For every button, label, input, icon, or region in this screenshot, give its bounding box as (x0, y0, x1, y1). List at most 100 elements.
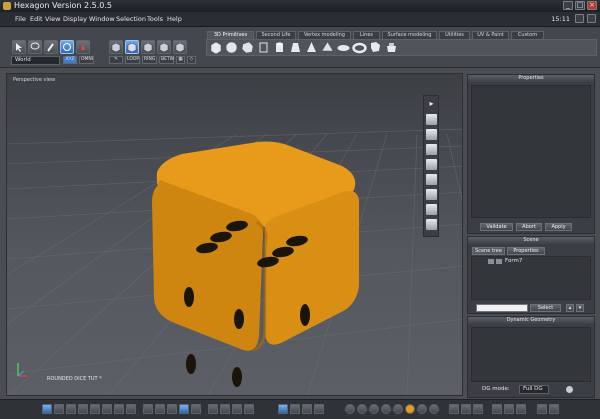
dg-mode-select[interactable]: Full DG (519, 385, 549, 394)
cube-view-1-icon[interactable] (492, 404, 502, 414)
magic-select-icon[interactable] (60, 40, 74, 54)
material-4-icon[interactable] (381, 404, 391, 414)
material-5-icon[interactable] (393, 404, 403, 414)
layout-5-icon[interactable] (114, 404, 124, 414)
expand-arrow-icon[interactable]: ▸ (426, 99, 437, 110)
scene-search-input[interactable] (476, 304, 528, 312)
select-arrow-icon[interactable] (12, 40, 26, 54)
omni-button[interactable]: OMNI (79, 56, 94, 64)
tube-primitive-icon[interactable] (288, 40, 303, 55)
scene-down-icon[interactable]: ▾ (576, 304, 584, 312)
tab-vertex-modeling[interactable]: Vertex modeling (298, 31, 351, 39)
tab-utilities[interactable]: Utilities (439, 31, 470, 39)
move-icon[interactable] (278, 404, 288, 414)
cube-primitive-icon[interactable] (208, 40, 223, 55)
close-button[interactable]: × (587, 1, 597, 10)
scene-up-icon[interactable]: ▴ (566, 304, 574, 312)
pyramid-primitive-icon[interactable] (320, 40, 335, 55)
cube-view-2-icon[interactable] (504, 404, 514, 414)
single-view-icon[interactable] (42, 404, 52, 414)
abort-button[interactable]: Abort (516, 223, 542, 231)
universal-icon[interactable] (314, 404, 324, 414)
menu-file[interactable]: File (15, 15, 26, 23)
layout-3-icon[interactable] (90, 404, 100, 414)
camera-icon[interactable] (549, 404, 559, 414)
cube-vertex-icon[interactable] (109, 40, 123, 54)
menu-selection[interactable]: Selection (116, 15, 146, 23)
tab-custom[interactable]: Custom (511, 31, 544, 39)
loop-button[interactable]: LOOP (125, 56, 140, 64)
tab-surface-modeling[interactable]: Surface modeling (382, 31, 437, 39)
tab-second-life[interactable]: Second Life (256, 31, 296, 39)
layout-4-icon[interactable] (102, 404, 112, 414)
wire-icon[interactable] (179, 404, 189, 414)
select-button[interactable]: Select (530, 304, 561, 312)
shade-icon[interactable] (191, 404, 201, 414)
sphere-primitive-icon[interactable] (224, 40, 239, 55)
tab-scene-properties[interactable]: Properties (507, 247, 545, 255)
pen-icon[interactable]: ✎ (109, 56, 123, 64)
tab-scene-tree[interactable]: Scene tree (472, 247, 505, 255)
teapot-primitive-icon[interactable] (384, 40, 399, 55)
coordinate-system-select[interactable]: World (11, 56, 60, 65)
camera-pan-icon[interactable] (426, 144, 437, 155)
apply-button[interactable]: Apply (545, 223, 572, 231)
brush-select-icon[interactable] (44, 40, 58, 54)
snap-icon[interactable] (155, 404, 165, 414)
light-3-icon[interactable] (473, 404, 483, 414)
geosphere-primitive-icon[interactable] (240, 40, 255, 55)
scale-icon[interactable] (302, 404, 312, 414)
camera-frame-icon[interactable] (426, 189, 437, 200)
screenshot-icon[interactable] (537, 404, 547, 414)
camera-cone-icon[interactable] (426, 204, 437, 215)
material-1-icon[interactable] (345, 404, 355, 414)
material-6-icon[interactable] (417, 404, 427, 414)
xyz-button[interactable]: XYZ (63, 56, 77, 64)
menu-view[interactable]: View (45, 15, 60, 23)
camera-sphere-icon[interactable] (426, 129, 437, 140)
minimize-button[interactable]: _ (563, 1, 573, 10)
cube-face-icon[interactable] (141, 40, 155, 54)
plane-primitive-icon[interactable] (256, 40, 271, 55)
camera-rotate-icon[interactable] (426, 159, 437, 170)
menu-help[interactable]: Help (167, 15, 182, 23)
validate-button[interactable]: Validate (480, 223, 513, 231)
menu-display[interactable]: Display (63, 15, 87, 23)
between-button[interactable]: BETW (159, 56, 174, 64)
paint-select-icon[interactable] (76, 40, 90, 54)
cube-auto-icon[interactable] (173, 40, 187, 54)
restore-icon[interactable] (575, 14, 584, 23)
cone-primitive-icon[interactable] (304, 40, 319, 55)
menu-edit[interactable]: Edit (30, 15, 43, 23)
light-2-icon[interactable] (461, 404, 471, 414)
render-icon[interactable] (167, 404, 177, 414)
disc-primitive-icon[interactable] (336, 40, 351, 55)
camera-zoom-icon[interactable] (426, 174, 437, 185)
menu-tools[interactable]: Tools (147, 15, 163, 23)
diamond-icon[interactable]: ◇ (187, 56, 196, 64)
close-doc-icon[interactable] (587, 14, 596, 23)
grid-icon[interactable]: ▦ (176, 56, 185, 64)
maximize-button[interactable]: □ (575, 1, 585, 10)
dg-toggle-icon[interactable] (566, 386, 573, 393)
cube-edge-icon[interactable] (125, 40, 139, 54)
layout-6-icon[interactable] (126, 404, 136, 414)
camera-cube-icon[interactable] (426, 114, 437, 125)
ring-button[interactable]: RING (142, 56, 157, 64)
spring-primitive-icon[interactable] (368, 40, 383, 55)
cylinder-primitive-icon[interactable] (272, 40, 287, 55)
scene-item-form7[interactable]: Form7 (505, 258, 522, 264)
lock-icon[interactable] (496, 259, 502, 264)
zoom-icon[interactable] (232, 404, 242, 414)
zoom-frame-icon[interactable] (244, 404, 254, 414)
frame-icon[interactable] (208, 404, 218, 414)
quad-view-icon[interactable] (66, 404, 76, 414)
rotate-icon[interactable] (290, 404, 300, 414)
material-orange-icon[interactable] (405, 404, 415, 414)
layout-2-icon[interactable] (78, 404, 88, 414)
torus-primitive-icon[interactable] (352, 40, 367, 55)
perspective-viewport[interactable]: Perspective view ROUNDED DICE TUT * (6, 73, 463, 396)
grid-toggle-icon[interactable] (143, 404, 153, 414)
material-3-icon[interactable] (369, 404, 379, 414)
split-view-icon[interactable] (54, 404, 64, 414)
